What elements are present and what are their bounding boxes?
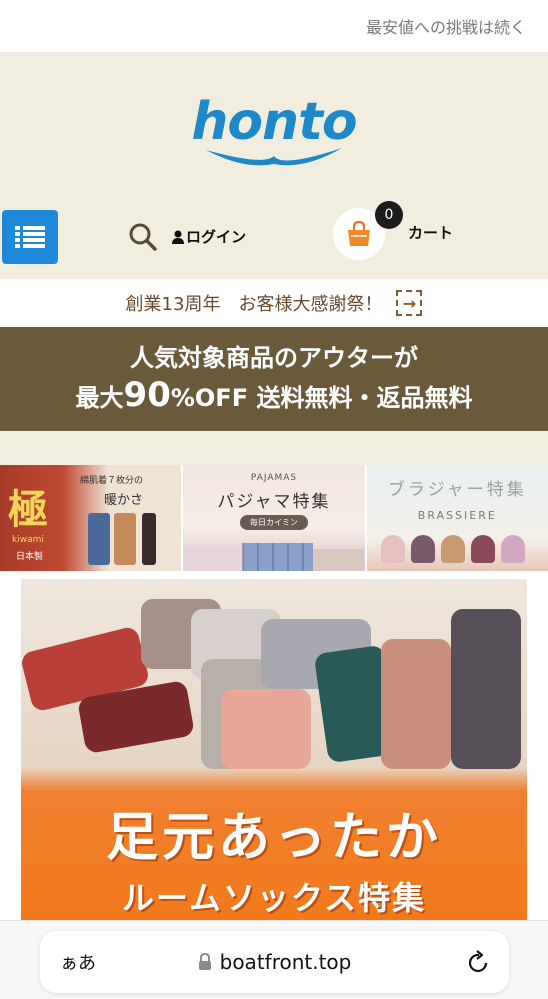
sock-image: [221, 689, 311, 769]
pajama-fabric-image: [183, 543, 365, 571]
hero-banner-room-socks[interactable]: 足元あったか ルームソックス特集: [21, 579, 527, 921]
brassiere-eng: BRASSIERE: [417, 509, 497, 522]
search-icon[interactable]: [128, 222, 158, 252]
address-bar[interactable]: ぁあ boatfront.top: [40, 931, 509, 993]
url-display[interactable]: boatfront.top: [40, 950, 509, 974]
cart-label[interactable]: カート: [408, 222, 453, 243]
bra-image: [500, 535, 525, 563]
sock-image: [451, 609, 521, 769]
promo-discount: 90: [123, 374, 171, 415]
garment-image: [114, 513, 136, 565]
bra-image: [470, 535, 495, 563]
promo-banner[interactable]: 人気対象商品のアウターが 最大90%OFF 送料無料・返品無料: [0, 327, 548, 431]
site-header: honto ログイン 0 カート: [0, 52, 548, 279]
promo-line-2: 最大90%OFF 送料無料・返品無料: [0, 375, 548, 418]
garment-image: [88, 513, 110, 565]
promo-suffix: %OFF 送料無料・返品無料: [170, 383, 473, 412]
sock-image: [381, 639, 451, 769]
reload-icon[interactable]: [467, 949, 491, 975]
banner-pajamas[interactable]: PAJAMAS パジャマ特集 毎日カイミン: [183, 465, 365, 571]
promo-line-1: 人気対象商品のアウターが: [130, 343, 418, 372]
anniversary-text: 創業13周年 お客様大感謝祭！: [125, 294, 383, 315]
bra-image: [440, 535, 465, 563]
hero-container: 足元あったか ルームソックス特集: [0, 571, 548, 921]
kiwami-origin: 日本製: [16, 552, 44, 562]
cart-count-badge: 0: [375, 201, 403, 229]
arrow-enter-icon: →: [396, 290, 423, 316]
anniversary-banner[interactable]: 創業13周年 お客様大感謝祭！ →: [0, 279, 548, 327]
login-link[interactable]: ログイン: [172, 226, 246, 247]
tagline: 最安値への挑戦は続く: [365, 18, 526, 37]
garment-image: [142, 513, 156, 565]
kiwami-romaji: kiwami: [12, 535, 44, 545]
spacer-strip: [0, 431, 548, 465]
category-banners: 極 kiwami 日本製 綿肌着７枚分の 暖かさ PAJAMAS パジャマ特集 …: [0, 465, 548, 571]
bra-image: [410, 535, 435, 563]
logo-text: honto: [191, 92, 357, 152]
hero-subtitle: ルームソックス特集: [121, 879, 427, 917]
banner-kiwami[interactable]: 極 kiwami 日本製 綿肌着７枚分の 暖かさ: [0, 465, 182, 571]
kiwami-warmth: 暖かさ: [104, 493, 144, 508]
pajamas-pill: 毎日カイミン: [239, 515, 308, 530]
kiwami-main: 極: [8, 486, 48, 533]
shopping-bag-icon: [348, 220, 370, 246]
hero-title: 足元あったか: [105, 808, 442, 868]
list-menu-icon: [15, 226, 45, 248]
pajamas-eng: PAJAMAS: [250, 473, 298, 483]
user-icon: [172, 230, 184, 244]
browser-bottom-bar: ぁあ boatfront.top: [0, 920, 548, 999]
bra-image: [380, 535, 405, 563]
pajamas-title: パジャマ特集: [217, 492, 331, 512]
url-text: boatfront.top: [219, 950, 352, 974]
top-tagline-bar: 最安値への挑戦は続く: [0, 0, 548, 52]
page-root: 最安値への挑戦は続く honto ログイン 0 カート 創業13周年 お客様大感…: [0, 0, 548, 999]
banner-brassiere[interactable]: ブラジャー特集 BRASSIERE: [366, 465, 548, 571]
kiwami-headline: 綿肌着７枚分の: [80, 476, 144, 486]
lock-icon: [198, 953, 211, 970]
honto-logo[interactable]: honto: [0, 92, 548, 168]
menu-button[interactable]: [2, 210, 58, 264]
promo-prefix: 最大: [75, 383, 124, 412]
login-label: ログイン: [186, 228, 247, 246]
brassiere-title: ブラジャー特集: [387, 480, 527, 500]
